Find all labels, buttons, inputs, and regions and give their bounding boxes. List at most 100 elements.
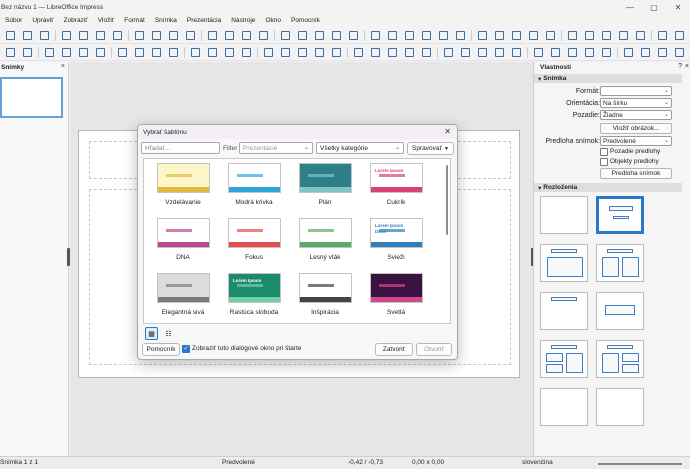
layout-content-two-title[interactable] xyxy=(596,340,644,378)
toolbar-button-icon[interactable] xyxy=(600,46,613,59)
toolbar-button-icon[interactable] xyxy=(403,29,416,42)
toolbar-button-icon[interactable] xyxy=(4,46,17,59)
filter-select[interactable]: Prezentácie ⌄ xyxy=(239,142,313,154)
menu-item[interactable]: Snímka xyxy=(150,17,182,24)
template-scrollbar[interactable] xyxy=(446,165,448,235)
toolbar-button-icon[interactable] xyxy=(313,46,326,59)
master-background-checkbox[interactable] xyxy=(600,148,608,156)
toolbar-button-icon[interactable] xyxy=(639,46,652,59)
close-icon[interactable]: × xyxy=(61,63,65,70)
toolbar-button-icon[interactable] xyxy=(77,29,90,42)
layout-title-slide[interactable] xyxy=(596,196,644,234)
toolbar-button-icon[interactable] xyxy=(133,29,146,42)
toolbar-button-icon[interactable] xyxy=(167,46,180,59)
template-item[interactable]: Svetlá xyxy=(361,271,431,323)
toolbar-button-icon[interactable] xyxy=(94,46,107,59)
master-select[interactable]: Predvolené ⌄ xyxy=(600,136,672,146)
toolbar-button-icon[interactable] xyxy=(532,46,545,59)
template-item[interactable]: Inšpirácia xyxy=(290,271,360,323)
toolbar-button-icon[interactable] xyxy=(77,46,90,59)
toolbar-button-icon[interactable] xyxy=(133,46,146,59)
help-icon[interactable]: ? xyxy=(678,63,682,70)
zoom-slider[interactable] xyxy=(598,463,682,465)
toolbar-button-icon[interactable] xyxy=(549,46,562,59)
menu-item[interactable]: Prezentácia xyxy=(182,17,226,24)
toolbar-button-icon[interactable] xyxy=(527,29,540,42)
menu-item[interactable]: Formát xyxy=(119,17,150,24)
toolbar-button-icon[interactable] xyxy=(279,46,292,59)
master-slides-button[interactable]: Predloha snímok xyxy=(600,168,672,179)
toolbar-button-icon[interactable] xyxy=(347,29,360,42)
toolbar-button-icon[interactable] xyxy=(566,29,579,42)
toolbar-button-icon[interactable] xyxy=(60,29,73,42)
manage-button[interactable]: Spravovať ▼ xyxy=(407,142,454,155)
toolbar-button-icon[interactable] xyxy=(459,46,472,59)
menu-item[interactable]: Súbor xyxy=(0,17,27,24)
toolbar-button-icon[interactable] xyxy=(673,29,686,42)
toolbar-button-icon[interactable] xyxy=(583,46,596,59)
toolbar-button-icon[interactable] xyxy=(60,46,73,59)
toolbar-button-icon[interactable] xyxy=(600,29,613,42)
menu-item[interactable]: Upraviť xyxy=(27,17,58,24)
slide-section-header[interactable]: ▾ Snímka xyxy=(534,74,682,83)
template-item[interactable]: Plán xyxy=(290,161,360,213)
left-splitter-handle[interactable] xyxy=(67,248,70,266)
toolbar-button-icon[interactable] xyxy=(476,29,489,42)
toolbar-button-icon[interactable] xyxy=(257,29,270,42)
menu-item[interactable]: Vložiť xyxy=(93,17,120,24)
toolbar-button-icon[interactable] xyxy=(330,29,343,42)
close-icon[interactable]: × xyxy=(685,63,689,70)
template-item[interactable]: Modrá krivka xyxy=(219,161,289,213)
template-item[interactable]: Vzdelávanie xyxy=(148,161,218,213)
toolbar-button-icon[interactable] xyxy=(352,46,365,59)
toolbar-button-icon[interactable] xyxy=(420,29,433,42)
maximize-icon[interactable]: ▢ xyxy=(642,0,666,14)
toolbar-button-icon[interactable] xyxy=(262,46,275,59)
layout-two-content-title[interactable] xyxy=(540,340,588,378)
toolbar-button-icon[interactable] xyxy=(167,29,180,42)
thumbnail-view-icon[interactable]: ▦ xyxy=(145,327,158,340)
toolbar-button-icon[interactable] xyxy=(313,29,326,42)
toolbar-button-icon[interactable] xyxy=(386,29,399,42)
toolbar-button-icon[interactable] xyxy=(38,29,51,42)
toolbar-button-icon[interactable] xyxy=(369,46,382,59)
toolbar-button-icon[interactable] xyxy=(442,46,455,59)
toolbar-button-icon[interactable] xyxy=(150,29,163,42)
toolbar-button-icon[interactable] xyxy=(296,46,309,59)
toolbar-button-icon[interactable] xyxy=(111,29,124,42)
menu-item[interactable]: Nástroje xyxy=(226,17,260,24)
toolbar-button-icon[interactable] xyxy=(206,29,219,42)
toolbar-button-icon[interactable] xyxy=(189,46,202,59)
slide-thumbnail[interactable] xyxy=(0,77,63,118)
minimize-icon[interactable]: — xyxy=(618,0,642,14)
layout-six-content[interactable] xyxy=(596,388,644,426)
orientation-select[interactable]: Na šírku ⌄ xyxy=(600,98,672,108)
toolbar-button-icon[interactable] xyxy=(369,29,382,42)
template-item[interactable]: Lorem Ipsum Cukrík xyxy=(361,161,431,213)
menu-item[interactable]: Pomocník xyxy=(286,17,325,24)
layouts-section-header[interactable]: ▾ Rozloženia xyxy=(534,183,682,192)
toolbar-button-icon[interactable] xyxy=(21,46,34,59)
template-item[interactable]: DNA xyxy=(148,216,218,268)
toolbar-button-icon[interactable] xyxy=(240,46,253,59)
toolbar-button-icon[interactable] xyxy=(206,46,219,59)
template-item[interactable]: Lesný vták xyxy=(290,216,360,268)
close-icon[interactable]: ✕ xyxy=(444,127,451,136)
toolbar-button-icon[interactable] xyxy=(634,29,647,42)
layout-title-only[interactable] xyxy=(540,292,588,330)
toolbar-button-icon[interactable] xyxy=(493,29,506,42)
master-objects-checkbox[interactable] xyxy=(600,158,608,166)
toolbar-button-icon[interactable] xyxy=(510,46,523,59)
toolbar-button-icon[interactable] xyxy=(566,46,579,59)
toolbar-button-icon[interactable] xyxy=(493,46,506,59)
format-select[interactable]: ⌄ xyxy=(600,86,672,96)
list-view-icon[interactable]: ☷ xyxy=(162,327,175,340)
close-window-icon[interactable]: ✕ xyxy=(666,0,690,14)
toolbar-button-icon[interactable] xyxy=(94,29,107,42)
toolbar-button-icon[interactable] xyxy=(476,46,489,59)
template-item[interactable]: Elegantná sivá xyxy=(148,271,218,323)
close-button[interactable]: Zatvoriť xyxy=(375,343,413,356)
toolbar-button-icon[interactable] xyxy=(296,29,309,42)
toolbar-button-icon[interactable] xyxy=(617,29,630,42)
language-status[interactable]: slovenčina xyxy=(522,459,553,466)
